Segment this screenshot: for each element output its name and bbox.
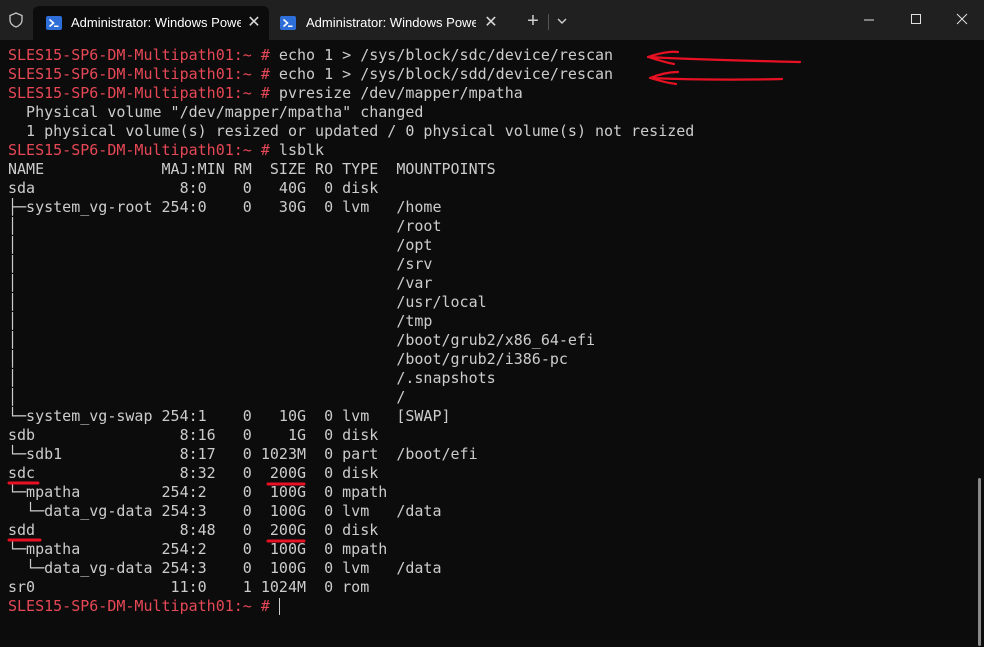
terminal-text: └─data_vg-data 254:3 0 100G 0 lvm /data xyxy=(8,559,442,577)
tab-separator xyxy=(548,14,549,30)
terminal-text: lsblk xyxy=(269,141,325,159)
minimize-icon[interactable] xyxy=(846,0,892,40)
powershell-icon xyxy=(46,16,62,30)
tab-2[interactable]: Administrator: Windows PowerShell ✕ xyxy=(273,6,511,40)
terminal-line: │ /tmp xyxy=(8,312,694,331)
terminal-text: │ /srv xyxy=(8,255,433,273)
terminal-line: └─sdb1 8:17 0 1023M 0 part /boot/efi xyxy=(8,445,694,464)
terminal-line: │ /var xyxy=(8,274,694,293)
terminal-text: │ /.snapshots xyxy=(8,369,496,387)
terminal-line: sda 8:0 0 40G 0 disk xyxy=(8,179,694,198)
terminal-line: 1 physical volume(s) resized or updated … xyxy=(8,122,694,141)
terminal-line: │ /root xyxy=(8,217,694,236)
terminal-line: │ /.snapshots xyxy=(8,369,694,388)
terminal-line: │ /usr/local xyxy=(8,293,694,312)
terminal-text: ├─system_vg-root 254:0 0 30G 0 lvm /home xyxy=(8,198,442,216)
shell-prompt: SLES15-SP6-DM-Multipath01:~ # xyxy=(8,141,270,159)
terminal-line: SLES15-SP6-DM-Multipath01:~ # echo 1 > /… xyxy=(8,46,694,65)
terminal-line: └─mpatha 254:2 0 100G 0 mpath xyxy=(8,540,694,559)
tab-1[interactable]: Administrator: Windows PowerShell ✕ xyxy=(33,6,269,40)
terminal-text: │ /root xyxy=(8,217,442,235)
terminal-line: │ /opt xyxy=(8,236,694,255)
maximize-icon[interactable] xyxy=(892,0,938,40)
terminal-text: │ /usr/local xyxy=(8,293,487,311)
terminal-line: │ /boot/grub2/i386-pc xyxy=(8,350,694,369)
terminal-line: sdd 8:48 0 200G 0 disk xyxy=(8,521,694,540)
terminal-line: sdc 8:32 0 200G 0 disk xyxy=(8,464,694,483)
window-close-icon[interactable] xyxy=(938,0,984,40)
terminal-text: Physical volume "/dev/mapper/mpatha" cha… xyxy=(8,103,424,121)
terminal-line: NAME MAJ:MIN RM SIZE RO TYPE MOUNTPOINTS xyxy=(8,160,694,179)
terminal-text: sdb 8:16 0 1G 0 disk xyxy=(8,426,379,444)
plus-icon[interactable]: + xyxy=(522,10,544,32)
terminal-text: │ /boot/grub2/x86_64-efi xyxy=(8,331,595,349)
tab-title: Administrator: Windows PowerShell xyxy=(306,15,476,30)
close-icon[interactable]: ✕ xyxy=(244,13,264,33)
title-bar: Administrator: Windows PowerShell ✕ Admi… xyxy=(0,0,984,40)
terminal-text: sdd 8:48 0 200G 0 disk xyxy=(8,521,379,539)
terminal-line: └─mpatha 254:2 0 100G 0 mpath xyxy=(8,483,694,502)
scrollbar[interactable] xyxy=(978,478,981,646)
terminal-line: │ / xyxy=(8,388,694,407)
terminal-line: SLES15-SP6-DM-Multipath01:~ # pvresize /… xyxy=(8,84,694,103)
terminal-line: Physical volume "/dev/mapper/mpatha" cha… xyxy=(8,103,694,122)
terminal-line: SLES15-SP6-DM-Multipath01:~ # xyxy=(8,597,694,616)
terminal-line: │ /srv xyxy=(8,255,694,274)
terminal-text: └─system_vg-swap 254:1 0 10G 0 lvm [SWAP… xyxy=(8,407,451,425)
text-cursor xyxy=(278,598,280,615)
chevron-down-icon[interactable] xyxy=(553,12,571,30)
tab-title: Administrator: Windows PowerShell xyxy=(71,15,241,30)
terminal-line: │ /boot/grub2/x86_64-efi xyxy=(8,331,694,350)
terminal-text: └─mpatha 254:2 0 100G 0 mpath xyxy=(8,540,388,558)
terminal-text: sdc 8:32 0 200G 0 disk xyxy=(8,464,379,482)
terminal-line: └─data_vg-data 254:3 0 100G 0 lvm /data xyxy=(8,502,694,521)
shell-prompt: SLES15-SP6-DM-Multipath01:~ # xyxy=(8,65,270,83)
shell-prompt: SLES15-SP6-DM-Multipath01:~ # xyxy=(8,84,270,102)
terminal-text: 1 physical volume(s) resized or updated … xyxy=(8,122,695,140)
shield-icon[interactable] xyxy=(8,12,24,28)
powershell-icon xyxy=(280,16,296,30)
terminal-text: │ /opt xyxy=(8,236,433,254)
terminal-line: ├─system_vg-root 254:0 0 30G 0 lvm /home xyxy=(8,198,694,217)
terminal-line: SLES15-SP6-DM-Multipath01:~ # echo 1 > /… xyxy=(8,65,694,84)
terminal-text: │ /var xyxy=(8,274,433,292)
terminal-text: └─sdb1 8:17 0 1023M 0 part /boot/efi xyxy=(8,445,478,463)
close-icon[interactable]: ✕ xyxy=(481,13,501,33)
shell-prompt: SLES15-SP6-DM-Multipath01:~ # xyxy=(8,597,270,615)
shell-prompt: SLES15-SP6-DM-Multipath01:~ # xyxy=(8,46,270,64)
terminal-text: │ /boot/grub2/i386-pc xyxy=(8,350,568,368)
terminal-text: └─data_vg-data 254:3 0 100G 0 lvm /data xyxy=(8,502,442,520)
terminal-output[interactable]: SLES15-SP6-DM-Multipath01:~ # echo 1 > /… xyxy=(8,46,694,616)
terminal-text: echo 1 > /sys/block/sdc/device/rescan xyxy=(269,46,614,64)
terminal-text: echo 1 > /sys/block/sdd/device/rescan xyxy=(269,65,614,83)
terminal-line: └─data_vg-data 254:3 0 100G 0 lvm /data xyxy=(8,559,694,578)
terminal-text: pvresize /dev/mapper/mpatha xyxy=(269,84,523,102)
terminal-text: NAME MAJ:MIN RM SIZE RO TYPE MOUNTPOINTS xyxy=(8,160,496,178)
terminal-text: └─mpatha 254:2 0 100G 0 mpath xyxy=(8,483,388,501)
terminal-text: │ /tmp xyxy=(8,312,433,330)
terminal-text: │ / xyxy=(8,388,406,406)
terminal-line: └─system_vg-swap 254:1 0 10G 0 lvm [SWAP… xyxy=(8,407,694,426)
terminal-text: sr0 11:0 1 1024M 0 rom xyxy=(8,578,370,596)
terminal-line: sr0 11:0 1 1024M 0 rom xyxy=(8,578,694,597)
terminal-line: SLES15-SP6-DM-Multipath01:~ # lsblk xyxy=(8,141,694,160)
terminal-line: sdb 8:16 0 1G 0 disk xyxy=(8,426,694,445)
terminal-text: sda 8:0 0 40G 0 disk xyxy=(8,179,379,197)
